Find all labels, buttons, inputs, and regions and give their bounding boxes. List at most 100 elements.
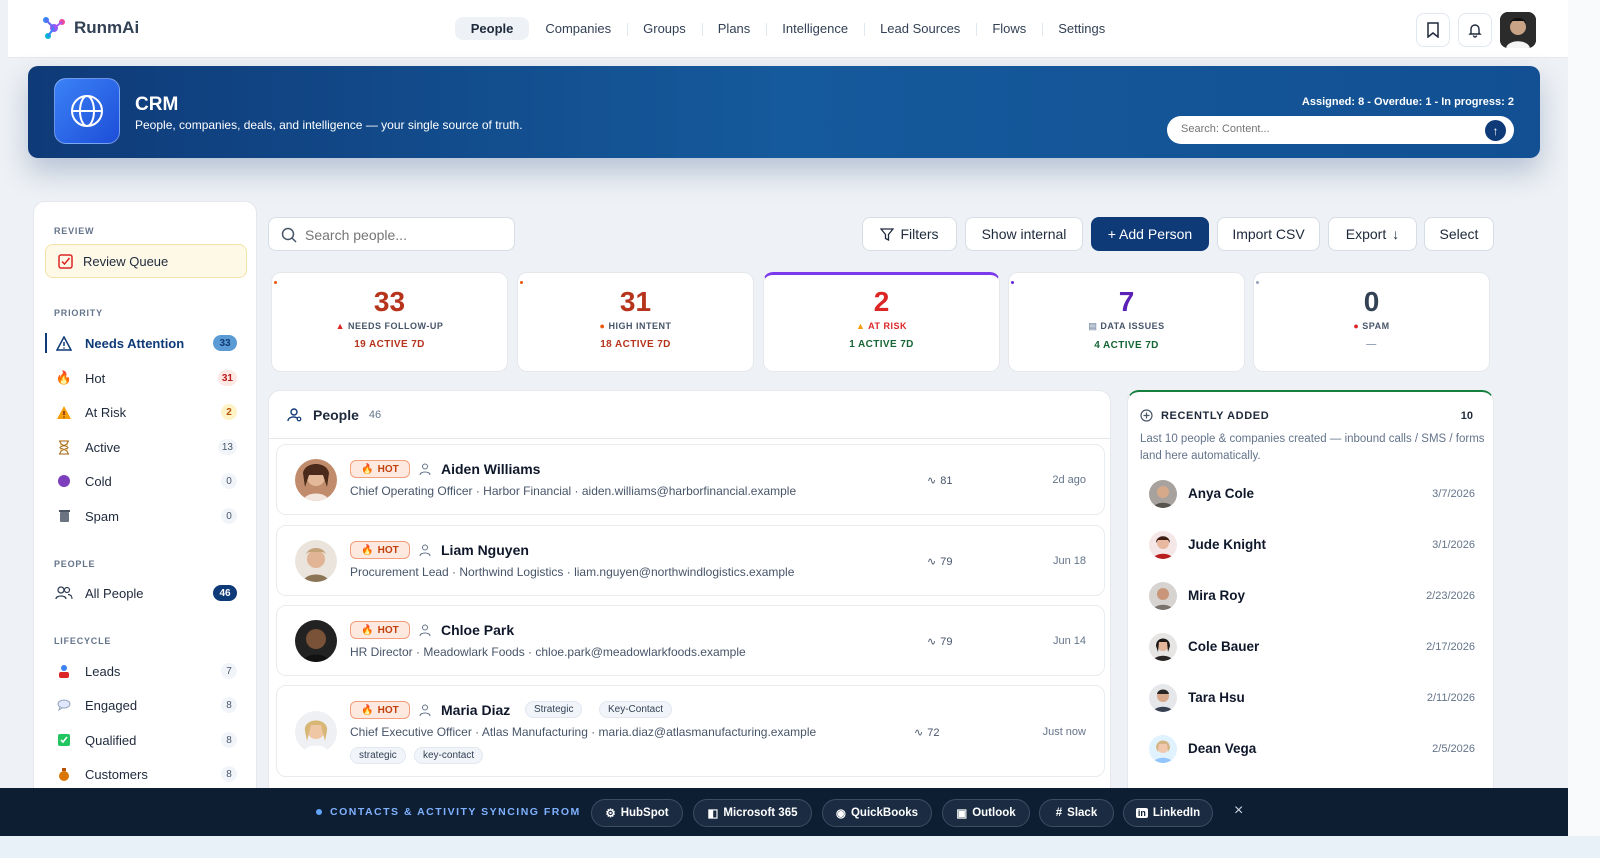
list-item[interactable]: Tara Hsu 2/11/2026 (1140, 678, 1475, 718)
avatar (1149, 480, 1177, 508)
stat-needs-follow-up[interactable]: 33 ▲ NEEDS FOLLOW-UP 19 ACTIVE 7D (271, 272, 508, 372)
user-avatar[interactable] (1500, 12, 1536, 48)
list-item[interactable]: Dean Vega 2/5/2026 (1140, 729, 1475, 769)
nav-settings[interactable]: Settings (1042, 17, 1121, 40)
sidebar-item-needs-attention[interactable]: Needs Attention 33 (45, 328, 247, 358)
nav-companies[interactable]: Companies (529, 17, 627, 40)
show-internal-button[interactable]: Show internal (965, 217, 1083, 251)
tag-strategic[interactable]: Strategic (525, 701, 583, 718)
close-icon[interactable]: × (1234, 802, 1243, 820)
warning-sign-icon: ▲ (856, 321, 866, 331)
nav-flows[interactable]: Flows (976, 17, 1042, 40)
hot-label: HOT (377, 624, 399, 636)
sidebar-item-spam[interactable]: Spam 0 (45, 501, 247, 531)
person-name[interactable]: Chloe Park (441, 622, 514, 638)
sidebar-item-leads[interactable]: Leads 7 (45, 656, 247, 686)
recent-person-name[interactable]: Jude Knight (1188, 537, 1266, 552)
last-activity: Just now (1042, 726, 1086, 738)
sidebar-item-engaged[interactable]: Engaged 8 (45, 690, 247, 720)
sync-source-label: Slack (1067, 807, 1098, 819)
list-item[interactable]: Jude Knight 3/1/2026 (1140, 525, 1475, 565)
person-name[interactable]: Liam Nguyen (441, 542, 529, 558)
people-panel: People 46 🔥 HOT Aiden Williams Chief Oper… (268, 390, 1111, 800)
stat-value: 0 (1363, 286, 1380, 317)
recent-person-name[interactable]: Mira Roy (1188, 588, 1245, 603)
sidebar-item-review-queue[interactable]: Review Queue (45, 244, 247, 278)
sidebar-item-qualified[interactable]: Qualified 8 (45, 725, 247, 755)
linkedin-icon: in (1135, 808, 1148, 818)
search-submit-button[interactable]: ↑ (1485, 120, 1506, 141)
trash-icon (55, 507, 73, 525)
count-badge: 8 (221, 697, 237, 713)
stat-spam[interactable]: 0 ● SPAM — (1253, 272, 1490, 372)
hot-badge: 🔥 HOT (350, 460, 410, 478)
sidebar-item-active[interactable]: Active 13 (45, 432, 247, 462)
stat-data-issues[interactable]: 7 ▤ DATA ISSUES 4 ACTIVE 7D (1008, 272, 1245, 372)
people-search-input[interactable] (305, 227, 505, 243)
import-csv-button[interactable]: Import CSV (1217, 217, 1320, 251)
sync-source-linkedin[interactable]: in LinkedIn (1123, 799, 1213, 827)
sidebar-item-at-risk[interactable]: At Risk 2 (45, 397, 247, 427)
person-row[interactable]: 🔥 HOT Aiden Williams Chief Operating Offi… (276, 444, 1105, 515)
fire-icon: 🔥 (55, 370, 73, 385)
subtag-strategic[interactable]: strategic (350, 747, 406, 764)
engagement-score: ∿ 79 (927, 635, 952, 649)
nav-people[interactable]: People (454, 17, 530, 40)
nav-lead-sources[interactable]: Lead Sources (864, 17, 976, 40)
sidebar-item-customers[interactable]: Customers 8 (45, 759, 247, 789)
sync-source-quickbooks[interactable]: ◉ QuickBooks (822, 799, 932, 827)
export-button[interactable]: Export ↓ (1328, 217, 1417, 251)
stat-high-intent[interactable]: 31 ● HIGH INTENT 18 ACTIVE 7D (517, 272, 754, 372)
list-item[interactable]: Anya Cole 3/7/2026 (1140, 474, 1475, 514)
recent-person-name[interactable]: Tara Hsu (1188, 690, 1245, 705)
nav-plans[interactable]: Plans (701, 17, 767, 40)
count-badge: 13 (217, 439, 237, 455)
subtag-key-contact[interactable]: key-contact (414, 747, 484, 764)
person-row[interactable]: 🔥 HOT Maria Diaz Strategic Key-Contact Ch… (276, 685, 1105, 777)
sync-source-microsoft-365[interactable]: ◧ Microsoft 365 (693, 799, 812, 827)
filters-label: Filters (900, 226, 939, 242)
recently-added-description: Last 10 people & companies created — inb… (1140, 433, 1485, 462)
recent-person-name[interactable]: Dean Vega (1188, 741, 1256, 756)
content-search-input[interactable] (1181, 123, 1461, 135)
stat-label: DATA ISSUES (1100, 321, 1165, 331)
list-item[interactable]: Mira Roy 2/23/2026 (1140, 576, 1475, 616)
nav-intelligence[interactable]: Intelligence (766, 17, 864, 40)
list-item[interactable]: Cole Bauer 2/17/2026 (1140, 627, 1475, 667)
tag-key-contact[interactable]: Key-Contact (599, 701, 673, 718)
person-row[interactable]: 🔥 HOT Liam Nguyen Procurement Lead · Nort… (276, 525, 1105, 596)
sidebar-item-cold[interactable]: Cold 0 (45, 466, 247, 496)
sync-source-slack[interactable]: # Slack (1039, 799, 1114, 827)
sidebar-item-hot[interactable]: 🔥 Hot 31 (45, 363, 247, 393)
person-icon (419, 704, 431, 716)
avatar (1149, 633, 1177, 661)
people-panel-title: People (313, 407, 359, 423)
stat-at-risk[interactable]: 2 ▲ AT RISK 1 ACTIVE 7D (763, 272, 1000, 372)
nav-groups[interactable]: Groups (627, 17, 702, 40)
select-button[interactable]: Select (1424, 217, 1494, 251)
import-csv-label: Import CSV (1232, 226, 1305, 242)
stat-label-row: ● HIGH INTENT (518, 321, 753, 331)
person-row[interactable]: 🔥 HOT Chloe Park HR Director · Meadowlark… (276, 605, 1105, 676)
stat-active: 4 ACTIVE 7D (1094, 340, 1159, 351)
sidebar-item-all-people[interactable]: All People 46 (45, 578, 247, 608)
add-person-button[interactable]: + Add Person (1091, 217, 1209, 251)
person-pin-icon (55, 662, 73, 680)
bookmark-button[interactable] (1416, 13, 1450, 47)
recent-person-name[interactable]: Anya Cole (1188, 486, 1254, 501)
sync-source-outlook[interactable]: ▣ Outlook (942, 799, 1030, 827)
page-edge (1568, 0, 1600, 858)
sync-source-hubspot[interactable]: ⚙ HubSpot (591, 799, 683, 827)
recent-person-name[interactable]: Cole Bauer (1188, 639, 1259, 654)
person-name[interactable]: Maria Diaz (441, 702, 510, 718)
notifications-button[interactable] (1458, 13, 1492, 47)
quickbooks-icon: ◉ (835, 808, 846, 820)
person-search-icon (287, 408, 302, 422)
sidebar-item-label: Qualified (85, 732, 137, 748)
person-name[interactable]: Aiden Williams (441, 461, 540, 477)
hubspot-icon: ⚙ (605, 808, 616, 820)
score-value: 72 (927, 726, 940, 739)
people-search (268, 217, 515, 251)
avatar (1149, 735, 1177, 763)
filters-button[interactable]: Filters (862, 217, 957, 251)
